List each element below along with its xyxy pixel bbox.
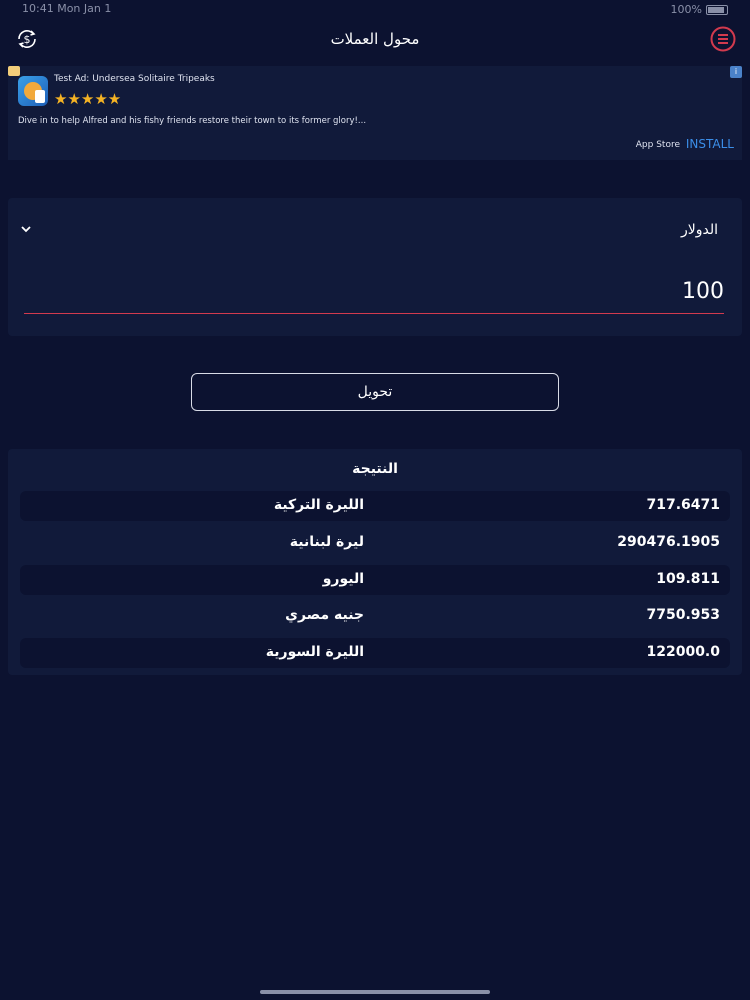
ad-rating-stars: ★★★★★ bbox=[54, 90, 122, 108]
battery-percent: 100% bbox=[670, 3, 702, 16]
nav-bar: $ محول العملات bbox=[0, 22, 750, 62]
result-row: ليرة لبنانية 290476.1905 bbox=[20, 528, 730, 558]
ad-title[interactable]: Test Ad: Undersea Solitaire Tripeaks bbox=[54, 74, 215, 84]
status-bar: 10:41 Mon Jan 1 100% bbox=[0, 0, 750, 18]
result-value: 109.811 bbox=[656, 571, 720, 587]
result-currency-name: اليورو bbox=[322, 571, 364, 587]
result-row: اليورو 109.811 bbox=[20, 565, 730, 595]
battery-icon bbox=[706, 4, 728, 15]
ad-app-icon[interactable] bbox=[18, 76, 48, 106]
result-row: الليرة التركية 717.6471 bbox=[20, 491, 730, 521]
result-currency-name: ليرة لبنانية bbox=[289, 534, 364, 550]
chevron-down-icon[interactable] bbox=[20, 224, 32, 234]
ad-install-button[interactable]: INSTALL bbox=[686, 137, 734, 151]
convert-button[interactable]: تحويل bbox=[191, 373, 559, 411]
converter-card: الدولار bbox=[8, 198, 742, 336]
result-row: جنيه مصري 7750.953 bbox=[20, 601, 730, 631]
ad-badge-icon bbox=[8, 66, 20, 76]
ad-description: Dive in to help Alfred and his fishy fri… bbox=[18, 116, 367, 126]
result-currency-name: الليرة التركية bbox=[273, 497, 364, 513]
status-time: 10:41 Mon Jan 1 bbox=[22, 2, 112, 15]
results-card: النتيجة الليرة التركية 717.6471 ليرة لبن… bbox=[8, 449, 742, 675]
result-value: 290476.1905 bbox=[617, 534, 720, 550]
amount-input[interactable] bbox=[24, 270, 724, 314]
menu-icon[interactable] bbox=[710, 26, 736, 52]
page-title: محول العملات bbox=[330, 30, 420, 48]
result-value: 122000.0 bbox=[646, 644, 720, 660]
result-currency-name: جنيه مصري bbox=[285, 607, 364, 623]
result-value: 717.6471 bbox=[646, 497, 720, 513]
result-value: 7750.953 bbox=[646, 607, 720, 623]
results-title: النتيجة bbox=[352, 461, 398, 477]
currency-select[interactable]: الدولار bbox=[681, 222, 718, 238]
ad-choices-icon[interactable]: i bbox=[730, 66, 742, 78]
result-row: الليرة السورية 122000.0 bbox=[20, 638, 730, 668]
status-indicators: 100% bbox=[671, 3, 728, 16]
ad-store-label: App Store bbox=[635, 140, 680, 150]
ad-banner[interactable]: i Test Ad: Undersea Solitaire Tripeaks ★… bbox=[8, 66, 742, 160]
result-currency-name: الليرة السورية bbox=[265, 644, 364, 660]
home-indicator[interactable] bbox=[260, 990, 490, 994]
